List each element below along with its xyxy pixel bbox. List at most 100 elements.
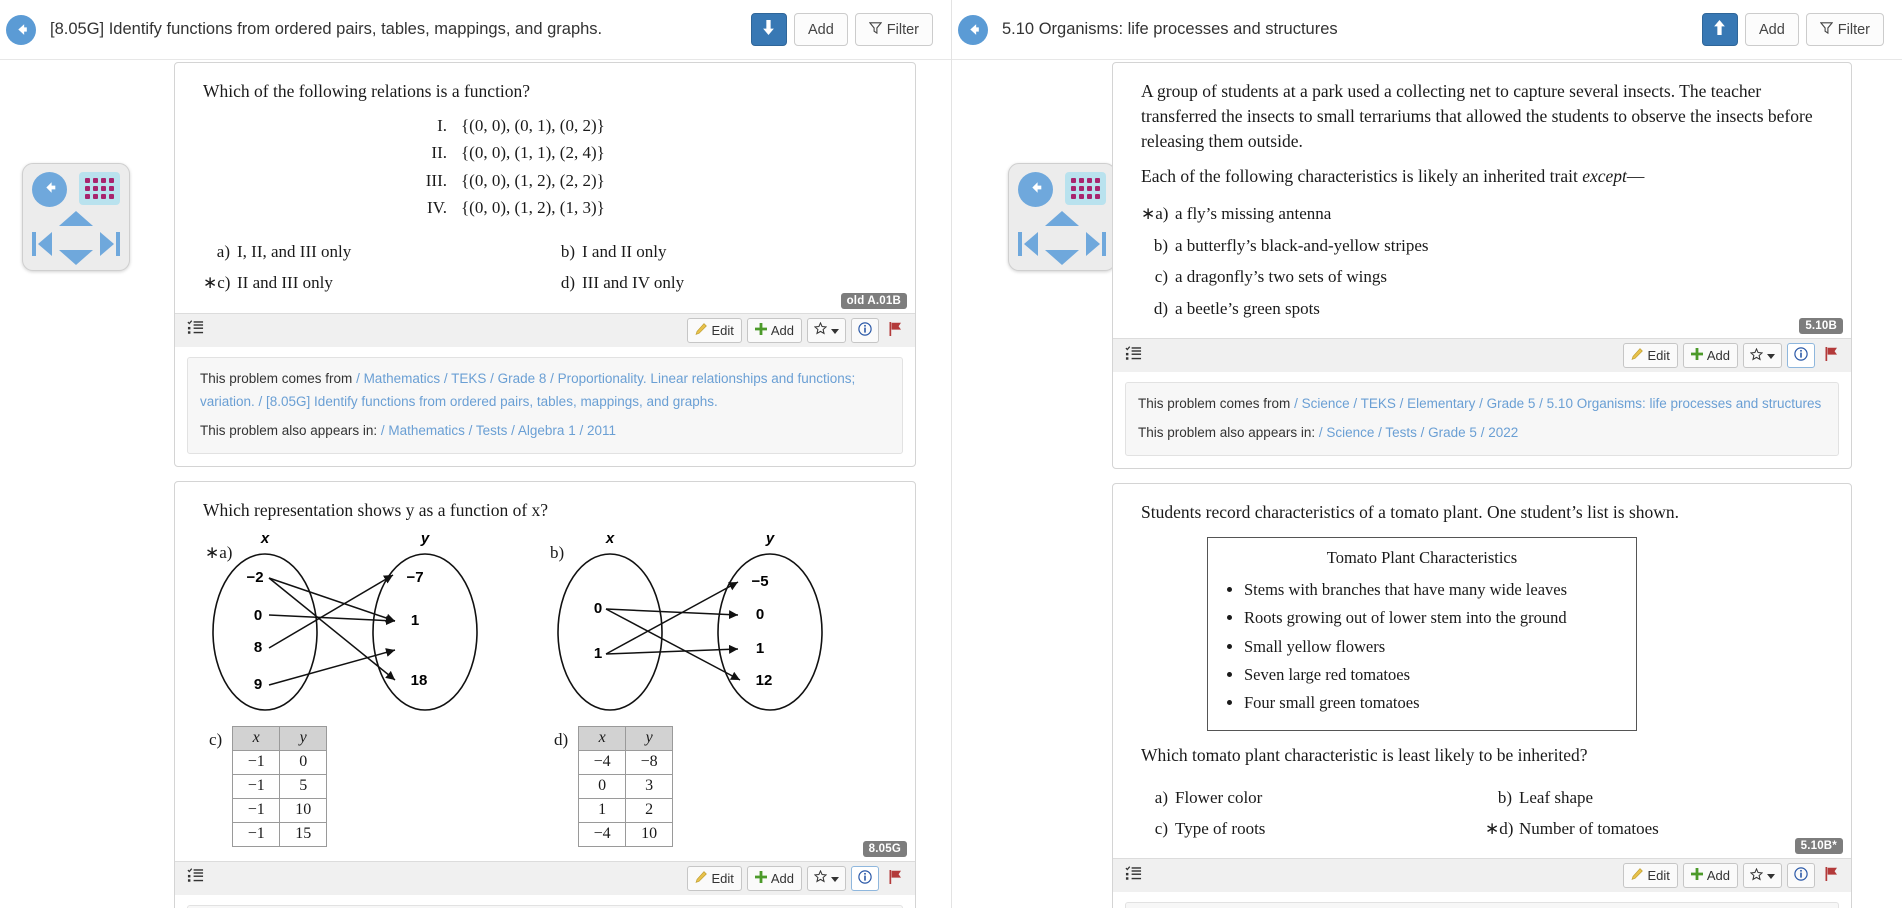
svg-text:−7: −7 [406,569,423,586]
toolbar-left [1125,345,1623,367]
funnel-icon [868,21,883,38]
edit-button-label: Edit [711,322,734,338]
pencil-icon [695,870,708,886]
pencil-icon [1631,868,1644,883]
cell-x: −4 [578,821,627,847]
cell-y: 15 [279,821,328,847]
filter-button[interactable]: Filter [1805,13,1884,46]
table-row: 0 3 [578,773,674,799]
relation-set: {(0, 0), (1, 2), (1, 3)} [461,198,605,218]
add-item-button[interactable]: Add [1682,863,1738,889]
mapping-y-header: y [420,530,430,547]
table-row: −4 10 [578,821,674,847]
toolbar-left [1125,865,1623,887]
answer-choice[interactable]: a) Flower color [1141,782,1485,813]
answer-choice[interactable]: b) a butterfly’s black-and-yellow stripe… [1141,230,1829,261]
star-menu-button[interactable] [807,865,846,891]
relation-set: {(0, 0), (1, 2), (2, 2)} [461,170,605,190]
checklist-icon[interactable] [1125,865,1142,887]
mapping-x-header: x [260,530,270,547]
choice-label: d) [560,273,575,293]
choice-text: a fly’s missing antenna [1175,204,1332,224]
star-menu-button[interactable] [1743,343,1782,369]
answer-choice[interactable]: b) I and II only [548,236,893,267]
svg-text:9: 9 [254,676,262,693]
checklist-icon[interactable] [1125,345,1142,367]
add-button[interactable]: Add [793,13,848,46]
choice-text: Type of roots [1175,819,1266,838]
choice-text: II and III only [237,273,333,293]
right-pane: 5.10 Organisms: life processes and struc… [951,0,1902,908]
problem-toolbar: 5.10B Edit Add [1113,318,1851,373]
choice-label: ∗a) [205,542,233,562]
answer-choice[interactable]: ∗d) Number of tomatoes [1485,813,1829,844]
add-button[interactable]: Add [1744,13,1799,46]
relation-list: I. {(0, 0), (0, 1), (0, 2)} II. {(0, 0),… [203,112,893,222]
answer-choice[interactable]: ∗a) a fly’s missing antenna [1141,198,1829,229]
problem-stem: A group of students at a park used a col… [1141,79,1829,188]
edit-button[interactable]: Edit [687,865,742,891]
right-header: 5.10 Organisms: life processes and struc… [952,0,1902,60]
cell-y: 2 [625,797,674,823]
choice-label: c) [1154,819,1168,838]
answer-choice[interactable]: ∗c) II and III only [203,267,548,298]
table-header-row: x y [232,725,328,751]
edit-button[interactable]: Edit [1623,863,1678,889]
answer-choice[interactable]: d) a beetle’s green spots [1141,293,1829,324]
checklist-icon[interactable] [187,867,204,889]
flag-icon [1825,347,1838,364]
problem-meta: This problem comes from / Mathematics / … [187,356,903,454]
flag-button[interactable] [884,866,907,891]
edit-button-label: Edit [711,870,734,886]
table-row: −4 −8 [578,749,674,775]
flag-button[interactable] [1820,343,1843,368]
scroll-down-button[interactable] [750,13,787,46]
checklist-icon[interactable] [187,319,204,341]
choice-label: b) [1153,235,1168,255]
svg-text:1: 1 [756,640,764,657]
back-button[interactable] [6,14,36,45]
flag-button[interactable] [884,318,907,343]
add-item-button[interactable]: Add [746,865,802,891]
answer-choice[interactable]: b) Leaf shape [1485,782,1829,813]
answer-choice[interactable]: c) Type of roots [1141,813,1485,844]
star-menu-button[interactable] [807,317,846,343]
pencil-icon [1631,348,1644,363]
meta-comes-from: This problem comes from / Mathematics / … [200,368,890,414]
table-row: −1 10 [232,797,328,823]
relation-numeral: IV. [427,198,447,218]
problem-toolbar: 8.05G Edit Add [175,840,915,895]
meta-comes-from-path[interactable]: / Science / TEKS / Elementary / Grade 5 … [1294,396,1821,411]
meta-appears-in-path[interactable]: / Mathematics / Tests / Algebra 1 / 2011 [381,423,616,438]
choice-text: Leaf shape [1519,787,1594,807]
answer-choice[interactable]: c) a dragonfly’s two sets of wings [1141,261,1829,292]
star-menu-button[interactable] [1743,863,1782,889]
toolbar-right: Edit Add [687,317,907,343]
edit-button[interactable]: Edit [687,317,742,343]
meta-appears-in-label: This problem also appears in: [200,422,378,438]
problem-card: A group of students at a park used a col… [1112,62,1852,469]
info-button[interactable] [1787,863,1815,889]
flag-button[interactable] [1820,863,1843,888]
info-circle-icon [1794,347,1808,364]
add-item-button[interactable]: Add [1682,343,1738,369]
cell-x: 1 [578,797,627,823]
add-button-label: Add [807,21,834,38]
column-header-y: y [625,725,674,751]
meta-appears-in: This problem also appears in: / Mathemat… [200,420,890,443]
info-button[interactable] [851,865,879,891]
answer-choice[interactable]: a) I, II, and III only [203,236,548,267]
scroll-up-button[interactable] [1701,13,1738,46]
left-pane: [8.05G] Identify functions from ordered … [0,0,951,908]
info-button[interactable] [851,317,879,343]
back-button[interactable] [958,14,988,45]
problem-body: Which representation shows y as a functi… [175,482,915,861]
info-button[interactable] [1787,343,1815,369]
meta-appears-in-path[interactable]: / Science / Tests / Grade 5 / 2022 [1319,425,1518,440]
edit-button[interactable]: Edit [1623,343,1678,369]
toolbar-left [187,319,687,341]
cell-x: −1 [232,749,281,775]
filter-button[interactable]: Filter [854,13,933,46]
add-item-button[interactable]: Add [746,317,802,343]
status-badge: old A.01B [840,292,907,309]
